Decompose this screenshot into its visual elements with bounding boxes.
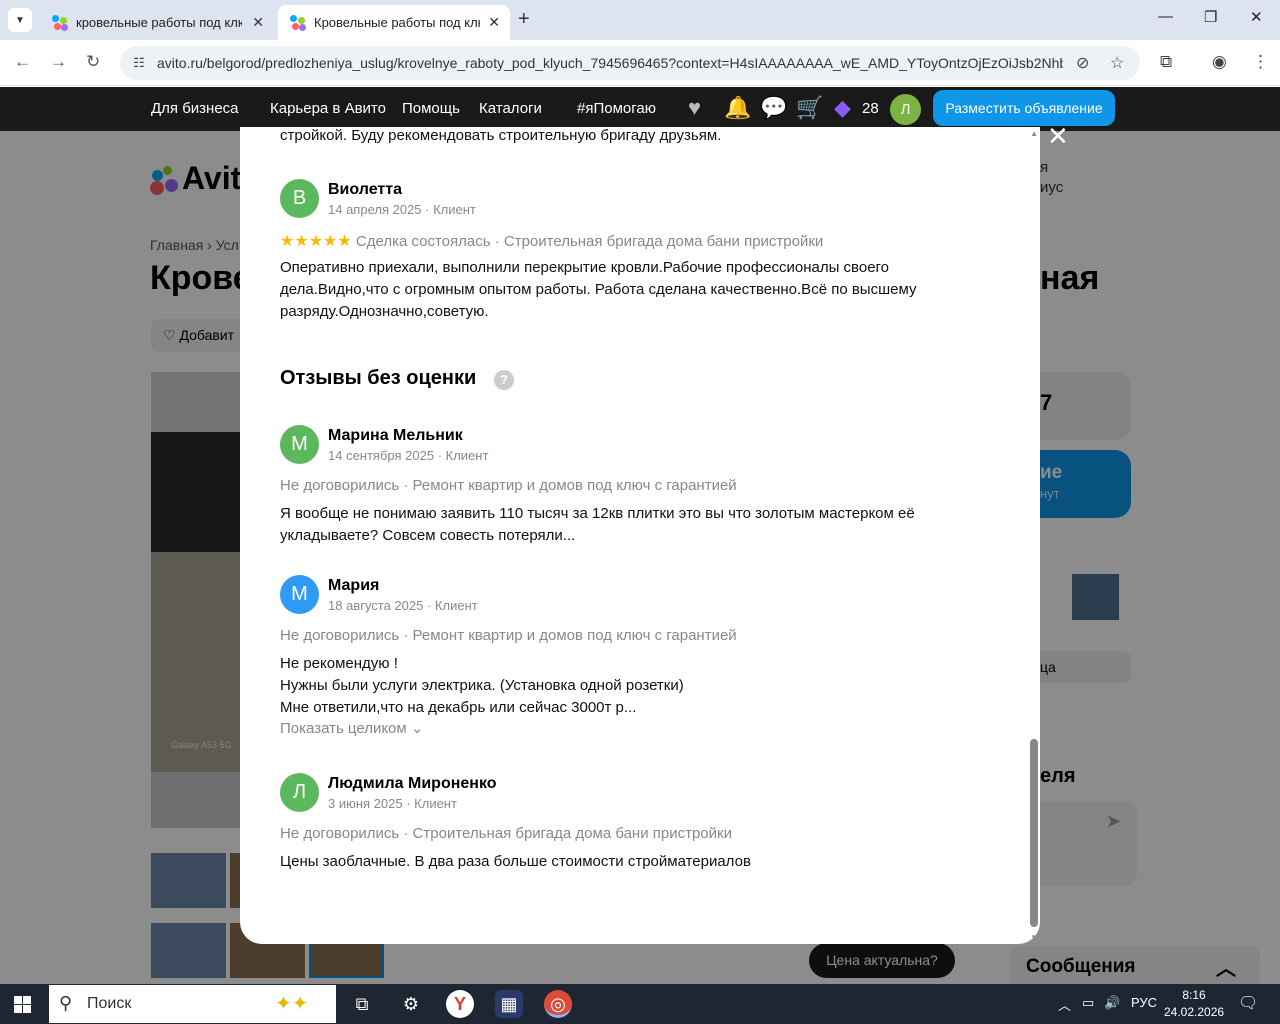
- nav-business[interactable]: Для бизнеса: [151, 100, 239, 117]
- extensions-icon[interactable]: ⧉: [1160, 52, 1172, 72]
- tab-1-title: кровельные работы под ключ: [76, 15, 242, 30]
- reviewer-avatar: В: [280, 179, 319, 218]
- minimize-icon[interactable]: —: [1158, 8, 1173, 25]
- chrome-icon[interactable]: ◎: [544, 990, 572, 1018]
- reviewer-avatar: М: [280, 575, 319, 614]
- notifications-icon[interactable]: 🗨: [1238, 993, 1258, 1013]
- review-text: Я вообще не понимаю заявить 110 тысяч за…: [280, 505, 915, 544]
- search-placeholder: Поиск: [87, 995, 132, 1012]
- tab-2-title: Кровельные работы под ключ: [314, 15, 480, 30]
- back-icon[interactable]: ←: [14, 52, 31, 72]
- nav-catalogs[interactable]: Каталоги: [479, 100, 542, 117]
- reviewer-name[interactable]: Мария: [328, 577, 379, 595]
- reviewer-avatar: Л: [280, 773, 319, 812]
- user-avatar[interactable]: Л: [890, 94, 921, 125]
- bell-icon[interactable]: 🔔: [724, 95, 751, 121]
- review-meta: Не договорились · Ремонт квартир и домов…: [280, 627, 737, 644]
- review-date: 18 августа 2025 · Клиент: [328, 598, 478, 613]
- yandex-browser-icon[interactable]: Y: [446, 990, 474, 1018]
- language-indicator[interactable]: РУС: [1131, 995, 1157, 1010]
- reviewer-avatar: М: [280, 425, 319, 464]
- review-text-tail: стройкой. Буду рекомендовать строительну…: [280, 127, 722, 144]
- reviewer-name[interactable]: Людмила Мироненко: [328, 775, 497, 793]
- site-info-icon[interactable]: ☷: [128, 52, 150, 74]
- task-view-icon[interactable]: ⧉: [348, 990, 376, 1018]
- scroll-down-icon[interactable]: ▼: [1030, 933, 1038, 942]
- modal-scrollbar[interactable]: [1030, 739, 1038, 927]
- app-grid-icon[interactable]: ▦: [495, 990, 523, 1018]
- windows-start-icon[interactable]: [14, 996, 31, 1013]
- review-text: Оперативно приехали, выполнили перекрыти…: [280, 259, 917, 320]
- section-title: Отзывы без оценки: [280, 367, 477, 389]
- volume-icon[interactable]: 🔊: [1104, 995, 1120, 1011]
- tray-chevron-icon[interactable]: ︿: [1058, 995, 1071, 1014]
- reviews-modal: стройкой. Буду рекомендовать строительну…: [240, 127, 1040, 944]
- chat-icon[interactable]: 💬: [760, 95, 787, 121]
- show-full-link[interactable]: Показать целиком ⌄: [280, 719, 423, 737]
- avito-favicon-icon: [290, 14, 306, 31]
- help-icon[interactable]: ?: [494, 370, 514, 390]
- review-date: 14 апреля 2025 · Клиент: [328, 202, 476, 217]
- nav-career[interactable]: Карьера в Авито: [270, 100, 386, 117]
- url-field[interactable]: ☷ avito.ru/belgorod/predlozheniya_uslug/…: [120, 46, 1140, 80]
- search-icon: ⚲: [59, 993, 73, 1013]
- forward-icon[interactable]: →: [50, 52, 67, 72]
- reviewer-name[interactable]: Марина Мельник: [328, 427, 463, 445]
- taskbar-search[interactable]: ⚲ Поиск ✦✦: [49, 985, 336, 1023]
- address-bar-row: ← → ↻ ☷ avito.ru/belgorod/predlozheniya_…: [0, 40, 1280, 86]
- review-date: 3 июня 2025 · Клиент: [328, 796, 457, 811]
- settings-icon[interactable]: ⚙: [397, 990, 425, 1018]
- tab-strip: ▼ кровельные работы под ключ ✕ Кровельны…: [0, 0, 1280, 40]
- nav-i-help[interactable]: #яПомогаю: [577, 100, 656, 117]
- review-meta: Не договорились · Ремонт квартир и домов…: [280, 477, 737, 494]
- window-close-icon[interactable]: ✕: [1250, 8, 1263, 26]
- review-item: М Мария 18 августа 2025 · Клиент Не дого…: [280, 575, 980, 745]
- url-text[interactable]: avito.ru/belgorod/predlozheniya_uslug/kr…: [157, 55, 1063, 71]
- post-ad-button[interactable]: Разместить объявление: [933, 90, 1115, 126]
- reload-icon[interactable]: ↻: [86, 52, 100, 72]
- review-date: 14 сентября 2025 · Клиент: [328, 448, 489, 463]
- restore-icon[interactable]: ❐: [1204, 8, 1217, 26]
- new-tab-icon[interactable]: +: [518, 8, 530, 31]
- review-item: М Марина Мельник 14 сентября 2025 · Клие…: [280, 425, 980, 545]
- close-modal-icon[interactable]: ✕: [1047, 121, 1069, 152]
- review-meta: Не договорились · Строительная бригада д…: [280, 825, 732, 842]
- chevron-down-icon: ▼: [15, 14, 25, 26]
- tab-1[interactable]: кровельные работы под ключ ✕: [40, 5, 274, 40]
- reviewer-name[interactable]: Виолетта: [328, 181, 402, 199]
- rating-stars: ★★★★★: [280, 233, 352, 250]
- tracking-off-icon[interactable]: ⊘: [1076, 53, 1089, 73]
- bonus-count: 28: [862, 100, 879, 117]
- windows-taskbar: ⚲ Поиск ✦✦ ⧉ ⚙ Y ▦ ◎ ︿ ▭ 🔊 РУС 8:16 24.0…: [0, 984, 1280, 1024]
- review-item: Л Людмила Мироненко 3 июня 2025 · Клиент…: [280, 773, 980, 873]
- tab-2-active[interactable]: Кровельные работы под ключ ✕: [278, 5, 510, 40]
- heart-icon[interactable]: ♥: [688, 95, 701, 121]
- cart-icon[interactable]: 🛒: [796, 95, 823, 121]
- menu-icon[interactable]: ⋮: [1252, 52, 1269, 72]
- profile-icon[interactable]: ◉: [1212, 52, 1227, 72]
- close-icon[interactable]: ✕: [488, 14, 500, 31]
- clock[interactable]: 8:16 24.02.2026: [1164, 987, 1224, 1021]
- network-icon[interactable]: ▭: [1082, 995, 1094, 1011]
- review-text: Цены заоблачные. В два раза больше стоим…: [280, 853, 751, 870]
- avito-favicon-icon: [52, 14, 68, 31]
- scroll-up-icon[interactable]: ▲: [1030, 129, 1038, 138]
- tab-search-button[interactable]: ▼: [8, 8, 32, 32]
- avito-top-nav: Для бизнеса Карьера в Авито Помощь Катал…: [0, 87, 1280, 131]
- review-text: Не рекомендую ! Нужны были услуги электр…: [280, 655, 684, 716]
- review-item: В Виолетта 14 апреля 2025 · Клиент ★★★★★…: [280, 179, 980, 329]
- review-meta: ★★★★★ Сделка состоялась · Строительная б…: [280, 233, 824, 250]
- bookmark-star-icon[interactable]: ☆: [1110, 53, 1124, 73]
- nav-help[interactable]: Помощь: [402, 100, 460, 117]
- bonus-icon[interactable]: ◆: [834, 95, 851, 121]
- sparkle-icon: ✦✦: [275, 993, 309, 1015]
- close-icon[interactable]: ✕: [252, 14, 264, 31]
